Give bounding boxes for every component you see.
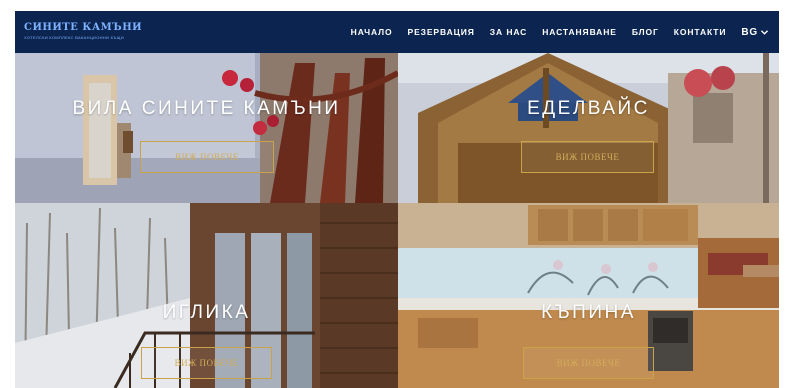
view-more-button[interactable]: ВИЖ ПОВЕЧЕ (521, 141, 654, 173)
property-tile-kapina[interactable]: КЪПИНА ВИЖ ПОВЕЧЕ (398, 203, 779, 388)
view-more-button[interactable]: ВИЖ ПОВЕЧЕ (523, 347, 654, 379)
main-menu: НАЧАЛО РЕЗЕРВАЦИЯ ЗА НАС НАСТАНЯВАНЕ БЛО… (336, 11, 769, 53)
edelweiss-cabin-image (398, 53, 779, 203)
nav-home[interactable]: НАЧАЛО (351, 27, 393, 37)
nav-contacts[interactable]: КОНТАКТИ (674, 27, 727, 37)
language-selector[interactable]: BG (741, 27, 769, 38)
view-more-button[interactable]: ВИЖ ПОВЕЧЕ (141, 347, 272, 379)
language-label: BG (741, 26, 758, 38)
chevron-down-icon (760, 29, 769, 35)
site-logo[interactable]: СИНИТЕ КАМЪНИ ХОТЕЛСКИ КОМПЛЕКС ВАКАНЦИО… (24, 22, 142, 42)
nav-blog[interactable]: БЛОГ (632, 27, 659, 37)
property-title: ВИЛА СИНИТЕ КАМЪНИ (72, 98, 341, 119)
nav-about[interactable]: ЗА НАС (490, 27, 527, 37)
property-title: КЪПИНА (541, 302, 636, 323)
property-grid: ВИЛА СИНИТЕ КАМЪНИ ВИЖ ПОВЕЧЕ ЕДЕЛВАЙС В… (15, 53, 779, 388)
property-title: ЕДЕЛВАЙС (527, 98, 650, 119)
property-tile-edelweiss[interactable]: ЕДЕЛВАЙС ВИЖ ПОВЕЧЕ (398, 53, 779, 203)
logo-tagline: ХОТЕЛСКИ КОМПЛЕКС ВАКАНЦИОННИ КЪЩИ (24, 35, 124, 40)
property-title: ИГЛИКА (162, 302, 251, 323)
nav-accommodation[interactable]: НАСТАНЯВАНЕ (542, 27, 617, 37)
nav-reservation[interactable]: РЕЗЕРВАЦИЯ (408, 27, 475, 37)
top-navbar: СИНИТЕ КАМЪНИ ХОТЕЛСКИ КОМПЛЕКС ВАКАНЦИО… (15, 11, 779, 53)
villa-interior-image (15, 53, 398, 203)
logo-title: СИНИТЕ КАМЪНИ (24, 22, 143, 33)
property-tile-iglika[interactable]: ИГЛИКА ВИЖ ПОВЕЧЕ (15, 203, 398, 388)
view-more-button[interactable]: ВИЖ ПОВЕЧЕ (140, 141, 274, 173)
property-tile-villa[interactable]: ВИЛА СИНИТЕ КАМЪНИ ВИЖ ПОВЕЧЕ (15, 53, 398, 203)
